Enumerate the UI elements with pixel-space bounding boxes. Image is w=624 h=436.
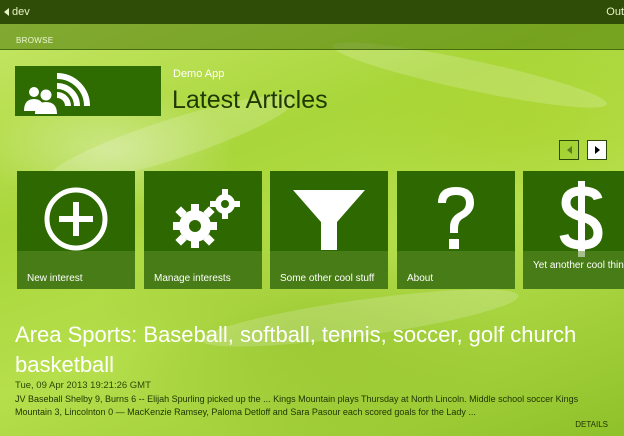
tile-about[interactable]: About bbox=[397, 171, 515, 289]
tile-strip: New interest Manage interests Some other… bbox=[17, 171, 624, 289]
tile-label: Yet another cool thing bbox=[533, 260, 624, 271]
gears-icon bbox=[144, 179, 262, 259]
next-button[interactable] bbox=[587, 140, 607, 160]
chevron-left-icon bbox=[566, 146, 572, 154]
browse-link[interactable]: BROWSE bbox=[16, 36, 53, 45]
question-icon bbox=[397, 179, 515, 259]
previous-button[interactable] bbox=[559, 140, 579, 160]
details-link[interactable]: DETAILS bbox=[575, 420, 608, 429]
app-name: Demo App bbox=[173, 68, 225, 80]
app-logo bbox=[15, 66, 161, 116]
sign-out-link[interactable]: Out bbox=[606, 6, 624, 18]
tile-label: New interest bbox=[27, 273, 83, 284]
tile-yet-another-cool-thing[interactable]: Yet another cool thing bbox=[523, 171, 624, 289]
article-excerpt: JV Baseball Shelby 9, Burns 6 -- Elijah … bbox=[15, 394, 579, 417]
tile-manage-interests[interactable]: Manage interests bbox=[144, 171, 262, 289]
dollar-icon bbox=[523, 179, 624, 259]
back-label: dev bbox=[12, 6, 30, 18]
tile-other-cool-stuff[interactable]: Some other cool stuff bbox=[270, 171, 388, 289]
top-bar: dev Out bbox=[0, 0, 624, 24]
article-date: Tue, 09 Apr 2013 19:21:26 GMT bbox=[15, 380, 151, 391]
chevron-right-icon bbox=[594, 146, 600, 154]
tile-new-interest[interactable]: New interest bbox=[17, 171, 135, 289]
people-broadcast-icon bbox=[24, 73, 90, 114]
tile-label: About bbox=[407, 273, 434, 284]
back-arrow-icon bbox=[4, 8, 9, 16]
back-link[interactable]: dev bbox=[0, 6, 30, 18]
article-title[interactable]: Area Sports: Baseball, softball, tennis,… bbox=[15, 320, 615, 380]
tile-label: Some other cool stuff bbox=[280, 273, 375, 284]
funnel-icon bbox=[270, 179, 388, 259]
page-title: Latest Articles bbox=[172, 86, 328, 114]
browse-bar: BROWSE bbox=[0, 24, 624, 50]
plus-circle-icon bbox=[17, 179, 135, 259]
tile-label: Manage interests bbox=[154, 273, 231, 284]
